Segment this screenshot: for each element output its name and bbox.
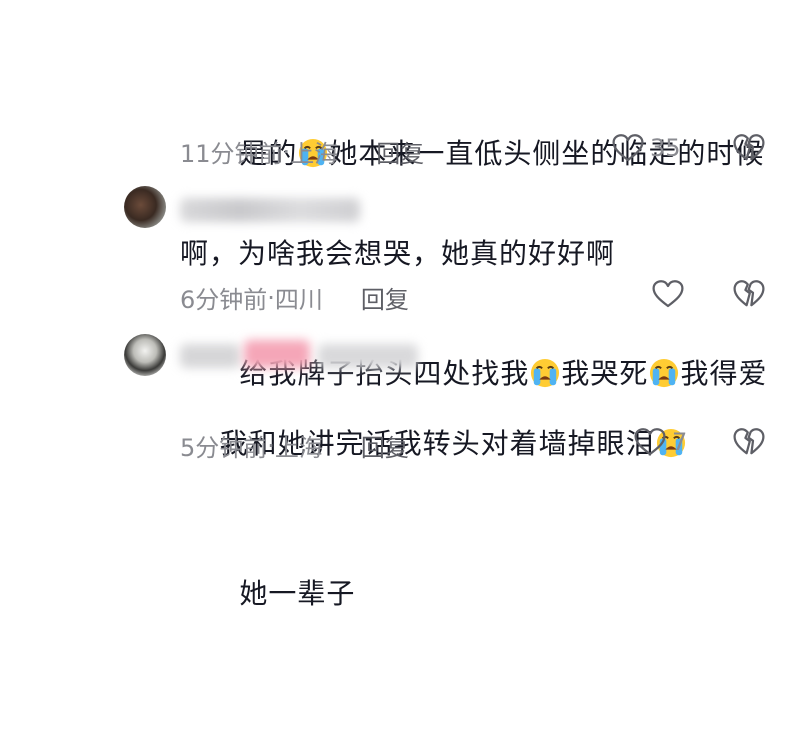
timestamp: 11分钟前 — [180, 140, 283, 168]
reply-button[interactable]: 回复 — [376, 134, 424, 169]
comment-1: 是的 她本来一直低头侧坐的临走的时候 给我牌子抬头四处找我 我哭死 我得爱 她一辈子 … — [0, 0, 800, 610]
like-count: 7 — [672, 428, 688, 456]
avatar[interactable] — [124, 186, 166, 228]
comment-line-3: 她一辈子 — [239, 577, 356, 610]
like-button[interactable]: 7 — [634, 427, 687, 457]
timestamp: 5分钟前 — [180, 434, 268, 462]
location: 上海 — [290, 140, 339, 168]
timestamp: 6分钟前 — [180, 286, 268, 314]
reply-button[interactable]: 回复 — [361, 428, 409, 463]
username[interactable] — [180, 344, 240, 368]
heart-outline-icon — [652, 279, 684, 309]
comment-meta: 6分钟前 · 四川 回复 — [180, 280, 409, 315]
comment-meta: 5分钟前 · 上海 回复 — [180, 428, 409, 463]
avatar[interactable] — [124, 334, 166, 376]
broken-heart-icon — [733, 133, 765, 163]
comment-2: 啊，为啥我会想哭，她真的好好啊 6分钟前 · 四川 回复 — [0, 180, 800, 320]
meta-separator: · — [282, 137, 291, 166]
broken-heart-icon — [733, 427, 765, 457]
comment-text: 啊，为啥我会想哭，她真的好好啊 — [180, 237, 616, 270]
heart-outline-icon — [612, 133, 644, 163]
location: 四川 — [274, 286, 323, 314]
username-suffix — [318, 344, 418, 368]
like-button[interactable] — [652, 279, 690, 309]
username-highlight — [244, 340, 310, 368]
username[interactable] — [180, 198, 360, 222]
like-button[interactable]: 35 — [612, 133, 681, 163]
dislike-button[interactable] — [733, 133, 765, 167]
dislike-button[interactable] — [733, 279, 765, 313]
reply-button[interactable]: 回复 — [361, 280, 409, 315]
like-count: 35 — [650, 134, 681, 162]
comment-meta: 11分钟前 · 上海 回复 — [180, 134, 424, 169]
heart-outline-icon — [634, 427, 666, 457]
meta-separator: · — [267, 431, 275, 460]
location: 上海 — [274, 434, 323, 462]
comment-3: 我和她讲完话我转头对着墙掉眼泪 5分钟前 · 上海 回复 7 — [0, 326, 800, 479]
dislike-button[interactable] — [733, 427, 765, 461]
meta-separator: · — [267, 283, 275, 312]
broken-heart-icon — [733, 279, 765, 309]
